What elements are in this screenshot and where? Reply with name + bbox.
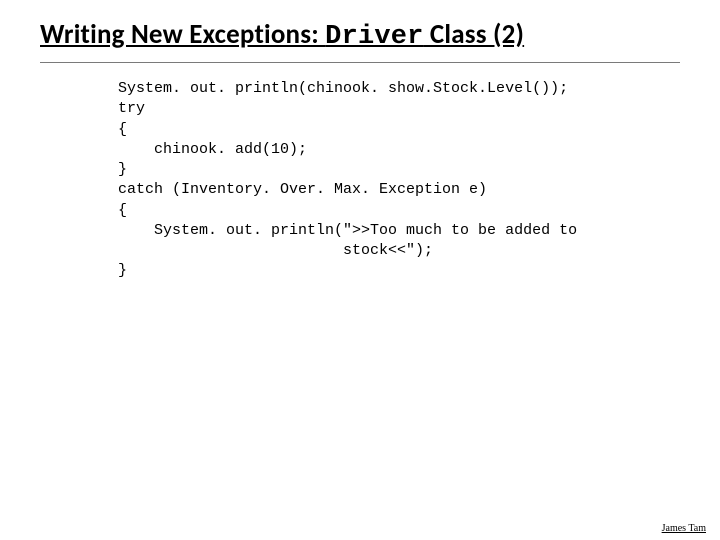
code-block: System. out. println(chinook. show.Stock… (118, 79, 680, 282)
title-divider (40, 62, 680, 63)
title-text-post: Class (2) (424, 18, 525, 51)
slide: Writing New Exceptions: Driver Class (2)… (0, 0, 720, 540)
title-text-pre: Writing New Exceptions: (40, 18, 325, 51)
slide-title: Writing New Exceptions: Driver Class (2) (40, 18, 680, 52)
title-text-mono: Driver (325, 22, 423, 52)
footer-author: James Tam (662, 523, 706, 534)
